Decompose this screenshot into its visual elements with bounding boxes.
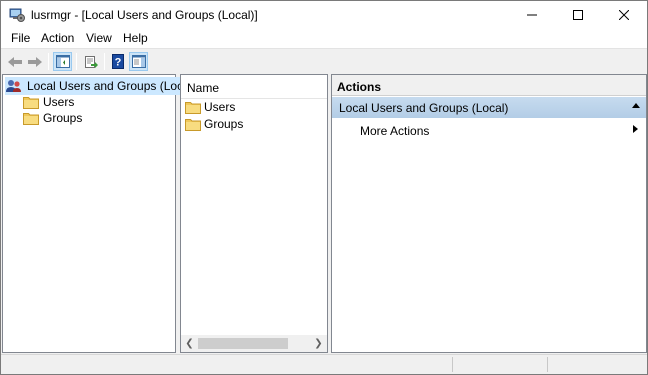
list-item-label: Groups <box>204 117 244 131</box>
tree-item-groups[interactable]: Groups <box>23 110 82 126</box>
status-divider <box>452 357 453 372</box>
help-button[interactable]: ? <box>109 52 128 71</box>
back-arrow-icon <box>7 56 22 67</box>
show-hide-console-tree-button[interactable] <box>53 52 72 71</box>
tree-item-users[interactable]: Users <box>23 94 74 110</box>
help-icon: ? <box>112 54 124 69</box>
list-item-users[interactable]: Users <box>185 99 235 115</box>
column-header-label: Name <box>187 81 220 95</box>
toolbar-separator <box>104 53 105 70</box>
folder-icon <box>185 119 201 131</box>
tree-item-label: Users <box>43 95 75 109</box>
tree-item-root[interactable]: Local Users and Groups (Local) <box>5 77 201 95</box>
show-hide-console-tree-icon <box>55 55 70 68</box>
result-list: Name Users Groups ❮ ❯ <box>180 74 328 353</box>
folder-icon <box>23 113 39 125</box>
menu-action[interactable]: Action <box>38 31 77 45</box>
column-header-name[interactable]: Name <box>181 75 327 99</box>
computer-management-icon[interactable] <box>9 7 25 23</box>
maximize-button[interactable] <box>555 1 601 29</box>
show-hide-action-pane-icon <box>131 55 146 68</box>
window-title: lusrmgr - [Local Users and Groups (Local… <box>31 8 258 22</box>
close-icon <box>619 10 629 20</box>
export-list-button[interactable] <box>81 52 100 71</box>
collapse-up-icon[interactable] <box>632 103 640 108</box>
tree-root-label: Local Users and Groups (Local) <box>27 79 197 93</box>
actions-group-label: Local Users and Groups (Local) <box>339 101 509 115</box>
main-window: lusrmgr - [Local Users and Groups (Local… <box>0 0 648 375</box>
menu-view[interactable]: View <box>83 31 115 45</box>
horizontal-scrollbar[interactable]: ❮ ❯ <box>181 335 327 352</box>
menu-bar: File Action View Help <box>1 29 647 48</box>
actions-pane: Actions Local Users and Groups (Local) M… <box>331 74 647 353</box>
folder-icon <box>185 102 201 114</box>
svg-text:?: ? <box>115 57 122 69</box>
status-divider <box>547 357 548 372</box>
more-actions-item[interactable]: More Actions <box>332 120 646 140</box>
actions-group-header[interactable]: Local Users and Groups (Local) <box>332 97 646 118</box>
list-item-groups[interactable]: Groups <box>185 116 243 132</box>
minimize-button[interactable] <box>509 1 555 29</box>
menu-file[interactable]: File <box>8 31 33 45</box>
minimize-icon <box>527 14 537 16</box>
scroll-left-icon[interactable]: ❮ <box>181 335 198 352</box>
submenu-arrow-icon <box>633 125 638 133</box>
scroll-right-icon[interactable]: ❯ <box>310 335 327 352</box>
toolbar: ? <box>1 48 647 73</box>
show-hide-action-pane-button[interactable] <box>129 52 148 71</box>
close-button[interactable] <box>601 1 647 29</box>
toolbar-separator <box>48 53 49 70</box>
status-bar <box>1 354 647 374</box>
actions-header: Actions <box>332 75 646 96</box>
more-actions-label: More Actions <box>360 124 430 138</box>
back-button[interactable] <box>5 52 24 71</box>
forward-arrow-icon <box>27 56 42 67</box>
title-bar[interactable]: lusrmgr - [Local Users and Groups (Local… <box>1 1 647 29</box>
forward-button[interactable] <box>25 52 44 71</box>
export-list-icon <box>84 55 98 68</box>
menu-help[interactable]: Help <box>120 31 151 45</box>
actions-header-label: Actions <box>337 80 382 94</box>
scrollbar-thumb[interactable] <box>198 338 288 349</box>
folder-icon <box>23 97 39 109</box>
maximize-icon <box>573 10 583 20</box>
console-tree: Local Users and Groups (Local) Users Gro… <box>2 74 201 353</box>
list-item-label: Users <box>204 100 236 114</box>
tree-item-label: Groups <box>43 111 83 125</box>
toolbar-separator <box>76 53 77 70</box>
users-groups-icon <box>6 80 21 92</box>
